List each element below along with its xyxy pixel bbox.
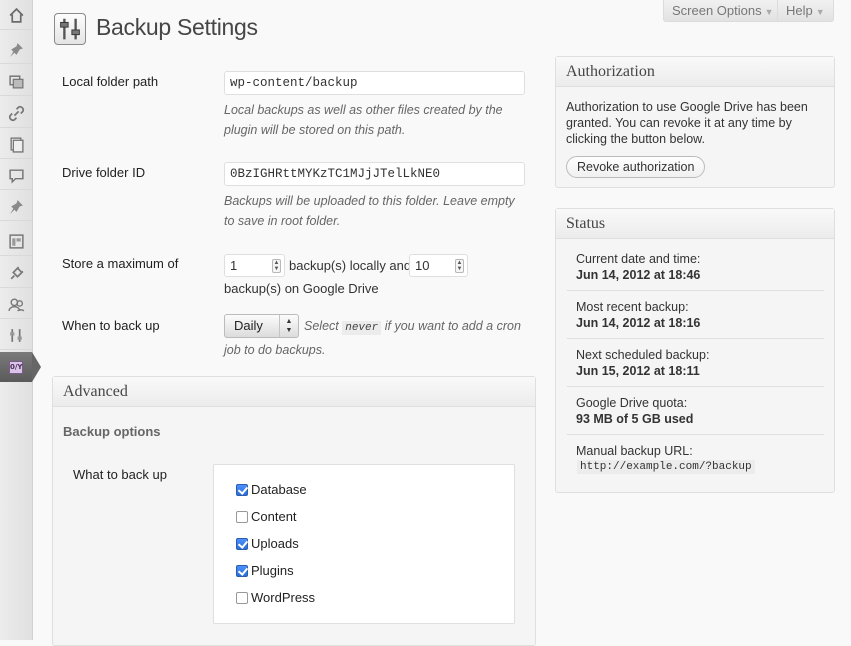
checkbox-checked-icon[interactable] (236, 537, 248, 550)
checkbox-checked-icon[interactable] (236, 483, 248, 496)
stepper-arrows-icon[interactable]: ▲ ▼ (272, 259, 281, 273)
drive-count-stepper[interactable]: 10 ▲ ▼ (409, 254, 468, 277)
checkbox-wordpress[interactable]: WordPress (236, 590, 315, 605)
checkbox-plugins[interactable]: Plugins (236, 563, 294, 578)
backup-options-heading: Backup options (63, 424, 161, 439)
status-value: Jun 14, 2012 at 18:46 (576, 268, 701, 282)
status-value: Jun 14, 2012 at 18:16 (576, 316, 701, 330)
drive-folder-description: Backups will be uploaded to this folder.… (224, 194, 515, 228)
status-divider (567, 338, 824, 339)
comments-icon[interactable] (0, 162, 32, 190)
store-max-label: Store a maximum of (62, 256, 179, 271)
active-menu-arrow (32, 352, 41, 382)
checkbox-unchecked-icon[interactable] (236, 591, 248, 604)
local-count-value: 1 (230, 258, 238, 273)
appearance-icon[interactable] (0, 228, 32, 256)
pin-icon[interactable] (0, 193, 32, 221)
checkbox-database[interactable]: Database (236, 482, 307, 497)
what-to-back-up-label: What to back up (73, 467, 167, 482)
chevron-down-icon: ▼ (764, 7, 774, 17)
status-title[interactable]: Status (556, 209, 834, 239)
store-max-middle-text: backup(s) locally and (289, 258, 412, 273)
schedule-select-value: Daily (234, 318, 263, 333)
status-label: Current date and time: (576, 252, 701, 266)
drive-count-value: 10 (415, 258, 430, 273)
status-divider (567, 386, 824, 387)
admin-menu: 0/Y (0, 0, 33, 640)
manual-backup-url[interactable]: http://example.com/?backup (577, 460, 755, 474)
pin-icon[interactable] (0, 36, 32, 64)
local-folder-label: Local folder path (62, 74, 159, 89)
checkbox-label: Uploads (251, 536, 299, 551)
authorization-title[interactable]: Authorization (556, 57, 834, 87)
checkbox-label: Database (251, 482, 307, 497)
links-icon[interactable] (0, 100, 32, 128)
status-divider (567, 290, 824, 291)
checkbox-unchecked-icon[interactable] (236, 510, 248, 523)
status-value: 93 MB of 5 GB used (576, 412, 694, 426)
checkbox-label: Plugins (251, 563, 294, 578)
tools-page-icon (54, 13, 86, 45)
dashboard-icon[interactable] (0, 2, 32, 30)
drive-folder-label: Drive folder ID (62, 165, 146, 180)
checkbox-content[interactable]: Content (236, 509, 297, 524)
status-divider (567, 434, 824, 435)
store-max-trailing-text: backup(s) on Google Drive (224, 281, 379, 296)
schedule-hint-suffix: if you want to add a cron (384, 319, 521, 333)
schedule-hint: Select never if you want to add a cron (304, 316, 534, 338)
checkbox-label: Content (251, 509, 297, 524)
pages-icon[interactable] (0, 131, 32, 159)
authorization-text-line3: clicking the button below. (566, 132, 705, 146)
help-button[interactable]: Help ▼ (777, 0, 834, 22)
help-label: Help (786, 3, 813, 18)
tools-icon[interactable] (0, 322, 32, 350)
authorization-text-line1: Authorization to use Google Drive has be… (566, 100, 808, 114)
revoke-authorization-button[interactable]: Revoke authorization (566, 156, 706, 178)
status-label: Google Drive quota: (576, 396, 688, 410)
status-label: Most recent backup: (576, 300, 689, 314)
backup-icon[interactable]: 0/Y (0, 352, 32, 382)
local-folder-input[interactable]: wp-content/backup (224, 71, 525, 95)
local-folder-description: Local backups as well as other files cre… (224, 103, 503, 137)
schedule-hint-prefix: Select (304, 319, 339, 333)
chevron-down-icon: ▼ (815, 7, 825, 17)
backup-icon-label: 0/Y (9, 360, 23, 374)
page-title: Backup Settings (96, 14, 258, 40)
select-arrows-icon: ▲ ▼ (279, 315, 298, 337)
status-label: Next scheduled backup: (576, 348, 710, 362)
users-icon[interactable] (0, 291, 32, 319)
local-count-stepper[interactable]: 1 ▲ ▼ (224, 254, 285, 277)
media-icon[interactable] (0, 68, 32, 96)
checkbox-label: WordPress (251, 590, 316, 605)
never-code: never (342, 321, 382, 335)
checkbox-checked-icon[interactable] (236, 564, 248, 577)
when-label: When to back up (62, 318, 160, 333)
plugins-icon[interactable] (0, 260, 32, 288)
checkbox-uploads[interactable]: Uploads (236, 536, 299, 551)
stepper-arrows-icon[interactable]: ▲ ▼ (455, 259, 464, 273)
schedule-hint-line2: job to do backups. (224, 343, 326, 357)
authorization-text-line2: granted. You can revoke it at any time b… (566, 116, 792, 130)
screen-options-button[interactable]: Screen Options ▼ (663, 0, 783, 22)
status-value: Jun 15, 2012 at 18:11 (576, 364, 700, 378)
manual-backup-label: Manual backup URL: (576, 444, 693, 458)
schedule-select[interactable]: Daily ▲ ▼ (224, 314, 299, 338)
drive-folder-input[interactable]: 0BzIGHRttMYKzTC1MJjJTelLkNE0 (224, 162, 525, 186)
advanced-title[interactable]: Advanced (53, 377, 535, 407)
screen-options-label: Screen Options (672, 3, 762, 18)
